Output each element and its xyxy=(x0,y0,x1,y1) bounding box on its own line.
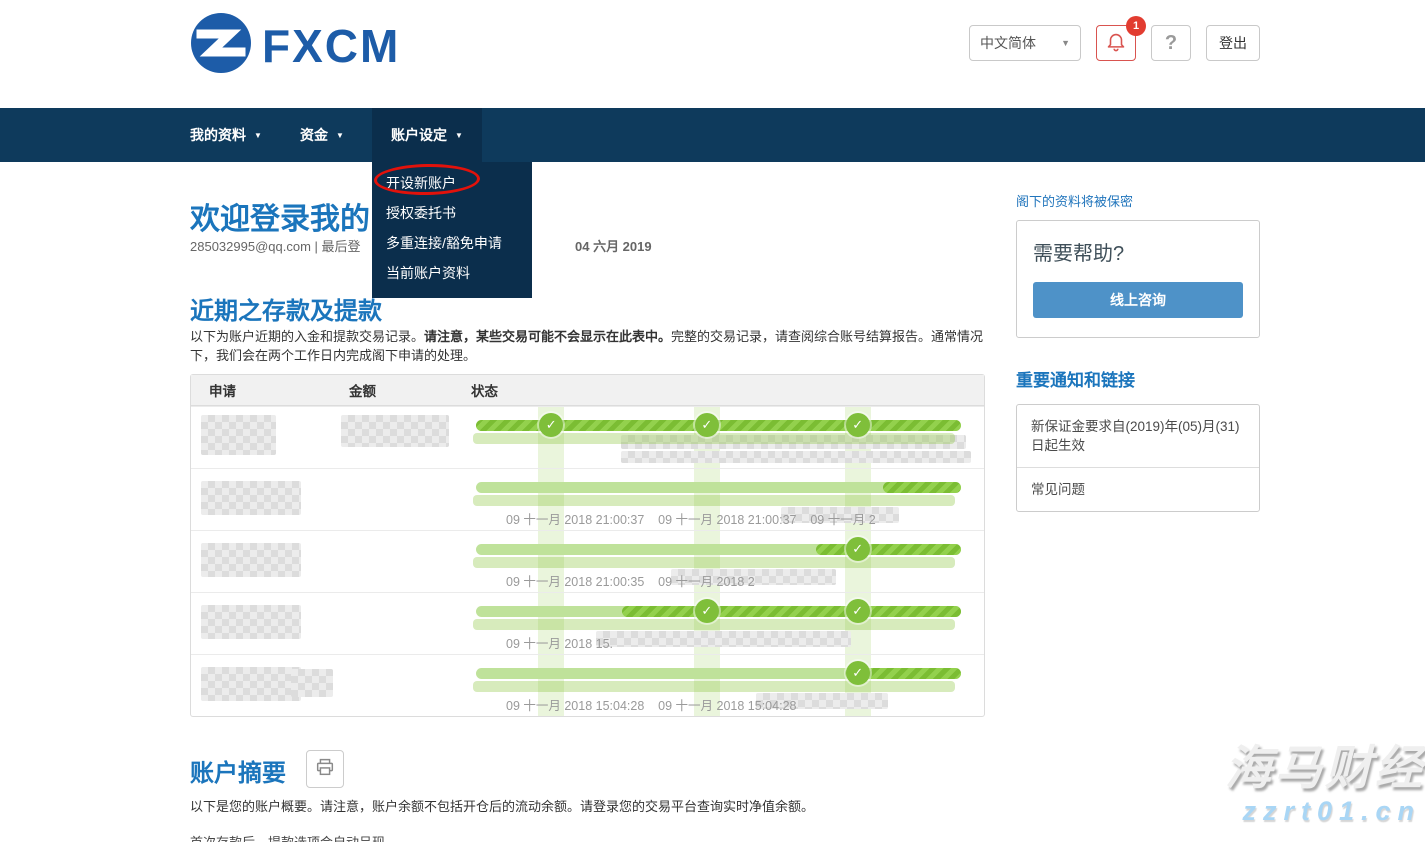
notice-link-margin-requirements[interactable]: 新保证金要求自(2019)年(05)月(31)日起生效 xyxy=(1017,405,1259,467)
redacted-application xyxy=(201,415,276,455)
watermark-brand: 海马财经 xyxy=(1125,742,1425,794)
help-box: 需要帮助? 线上咨询 xyxy=(1016,220,1260,338)
redacted-application xyxy=(201,667,301,701)
menu-item-multi-connect-waiver[interactable]: 多重连接/豁免申请 xyxy=(372,228,532,258)
status-progress-bar xyxy=(476,668,961,679)
watermark-url: zzrt01.cn xyxy=(1125,796,1425,827)
status-bar-blur xyxy=(473,681,955,692)
language-selector-value: 中文简体 xyxy=(980,33,1036,53)
main-nav: 我的资料▼ 资金▼ 账户设定▼ xyxy=(0,108,1425,162)
help-button[interactable]: ? xyxy=(1151,25,1191,61)
check-icon: ✓ xyxy=(846,537,870,561)
table-row: ✓ ✓ ✓ xyxy=(191,406,984,468)
menu-item-open-new-account[interactable]: 开设新账户 xyxy=(372,168,532,198)
column-header-status: 状态 xyxy=(461,380,984,400)
status-bar-blur xyxy=(473,495,955,506)
nav-my-profile[interactable]: 我的资料▼ xyxy=(190,108,262,162)
summary-section-title: 账户摘要 xyxy=(190,753,286,788)
deposits-section-title: 近期之存款及提款 xyxy=(190,291,382,326)
check-icon: ✓ xyxy=(695,413,719,437)
notices-box: 新保证金要求自(2019)年(05)月(31)日起生效 常见问题 xyxy=(1016,404,1260,512)
status-timestamps: 09 十一月 2018 21:00:37 09 十一月 2018 21:00:3… xyxy=(506,509,876,528)
check-icon: ✓ xyxy=(695,599,719,623)
table-header: 申请 金额 状态 xyxy=(191,375,984,406)
site-header: FXCM 中文简体 ▼ 1 ? 登出 xyxy=(0,0,1425,108)
clipped-bottom-text: 首次存款后，提款选项会自动呈现 xyxy=(190,832,385,842)
chevron-down-icon: ▼ xyxy=(336,131,344,140)
nav-funds[interactable]: 资金▼ xyxy=(300,108,344,162)
notifications-button[interactable]: 1 xyxy=(1096,25,1136,61)
redacted-application xyxy=(201,481,301,515)
menu-item-power-of-attorney[interactable]: 授权委托书 xyxy=(372,198,532,228)
watermark: 海马财经 zzrt01.cn xyxy=(1125,742,1425,827)
chevron-down-icon: ▼ xyxy=(1061,38,1070,48)
privacy-note: 阁下的资料将被保密 xyxy=(1016,191,1133,210)
status-timestamps: 09 十一月 2018 21:00:35 09 十一月 2018 2 xyxy=(506,571,755,590)
page-title: 欢迎登录我的 xyxy=(190,194,370,238)
summary-section-desc: 以下是您的账户概要。请注意，账户余额不包括开仓后的流动余额。请登录您的交易平台查… xyxy=(190,797,910,816)
printer-icon xyxy=(314,756,336,783)
table-row: 09 十一月 2018 21:00:35 09 十一月 2018 2 ✓ xyxy=(191,530,984,592)
print-button[interactable] xyxy=(306,750,344,788)
transactions-table: 申请 金额 状态 ✓ ✓ ✓ 09 十一月 2018 21:00:37 09 十一月… xyxy=(190,374,985,717)
redacted-status-label xyxy=(621,451,971,463)
check-icon: ✓ xyxy=(539,413,563,437)
help-box-title: 需要帮助? xyxy=(1033,237,1243,266)
chevron-down-icon: ▼ xyxy=(455,131,463,140)
nav-account-settings[interactable]: 账户设定▼ xyxy=(372,108,482,162)
menu-item-current-account-info[interactable]: 当前账户资料 xyxy=(372,258,532,288)
redacted-amount xyxy=(341,415,449,447)
check-icon: ✓ xyxy=(846,599,870,623)
bell-icon xyxy=(1105,30,1127,57)
check-icon: ✓ xyxy=(846,413,870,437)
notification-badge: 1 xyxy=(1126,16,1146,36)
column-header-application: 申请 xyxy=(191,380,331,400)
user-email-line: 285032995@qq.com | 最后登 xyxy=(190,236,361,255)
table-row: 09 十一月 2018 15:04:28 09 十一月 2018 15:04:2… xyxy=(191,654,984,716)
chevron-down-icon: ▼ xyxy=(254,131,262,140)
status-timestamps: 09 十一月 2018 15:04:28 09 十一月 2018 15:04:2… xyxy=(506,695,796,714)
status-timestamps: 09 十一月 2018 15. xyxy=(506,633,613,652)
live-chat-button[interactable]: 线上咨询 xyxy=(1033,282,1243,318)
language-selector[interactable]: 中文简体 ▼ xyxy=(969,25,1081,61)
page: FXCM 中文简体 ▼ 1 ? 登出 我的资料▼ xyxy=(0,0,1425,842)
status-progress-bar xyxy=(476,482,961,493)
fxcm-logo-text: FXCM xyxy=(262,23,400,69)
redacted-application xyxy=(201,605,301,639)
redacted-application xyxy=(201,543,301,577)
notice-link-faq[interactable]: 常见问题 xyxy=(1017,467,1259,511)
table-row: 09 十一月 2018 15. ✓ ✓ xyxy=(191,592,984,654)
account-settings-menu: 开设新账户 授权委托书 多重连接/豁免申请 当前账户资料 xyxy=(372,162,532,298)
redacted-timestamp xyxy=(596,631,851,647)
status-bar-blur xyxy=(473,557,955,568)
last-login-date: 04 六月 2019 xyxy=(575,236,652,255)
fxcm-logo[interactable]: FXCM xyxy=(190,12,400,79)
status-progress-bar xyxy=(476,544,961,555)
logout-button[interactable]: 登出 xyxy=(1206,25,1260,61)
column-header-amount: 金额 xyxy=(331,380,461,400)
deposits-section-desc: 以下为账户近期的入金和提款交易记录。请注意，某些交易可能不会显示在此表中。完整的… xyxy=(190,327,990,365)
notices-title: 重要通知和链接 xyxy=(1016,366,1135,391)
check-icon: ✓ xyxy=(846,661,870,685)
header-controls: 中文简体 ▼ 1 ? 登出 xyxy=(969,25,1260,61)
fxcm-logo-icon xyxy=(190,12,252,79)
table-row: 09 十一月 2018 21:00:37 09 十一月 2018 21:00:3… xyxy=(191,468,984,530)
redacted-amount xyxy=(291,669,333,697)
